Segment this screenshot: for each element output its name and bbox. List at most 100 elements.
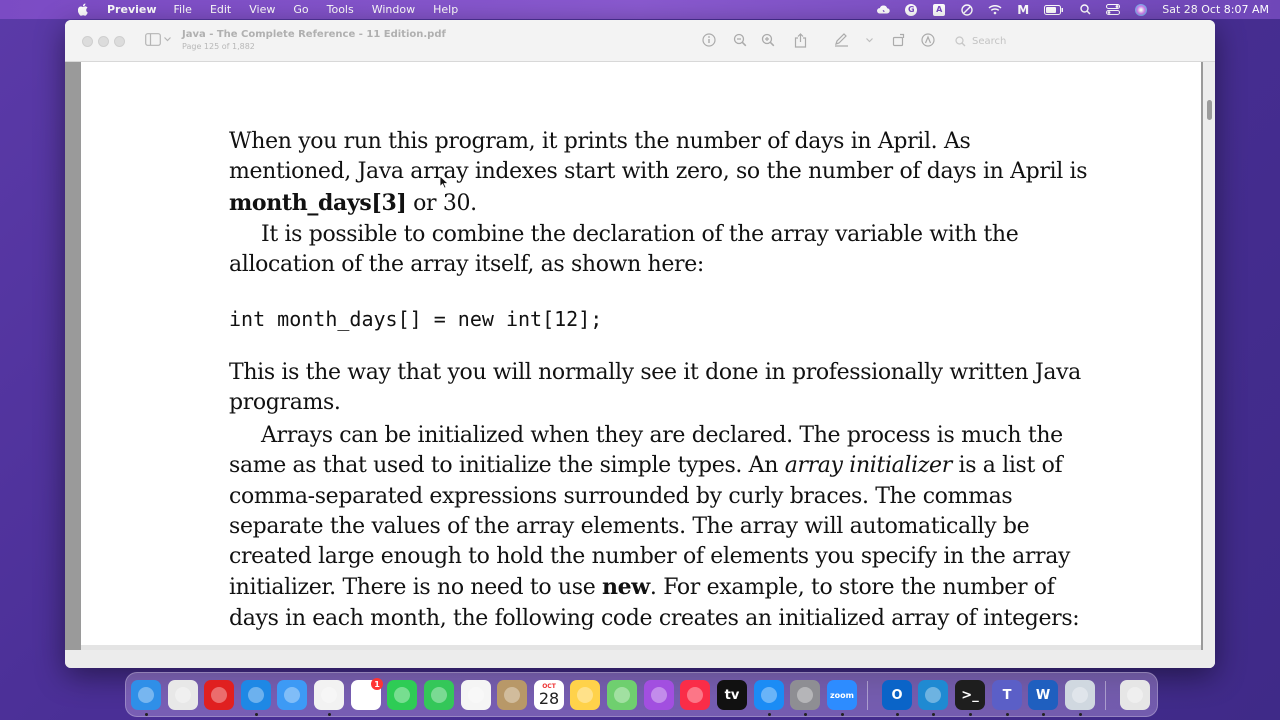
- dock-icon-label: T: [1002, 687, 1012, 703]
- text-line: programs.: [229, 390, 341, 416]
- zoom-in-icon[interactable]: [760, 32, 776, 48]
- dock-icon-glyph: [651, 687, 667, 703]
- menu-tools[interactable]: Tools: [327, 3, 354, 16]
- menu-edit[interactable]: Edit: [210, 3, 231, 16]
- window-bottom-strip: [65, 650, 1215, 668]
- zoom-out-icon[interactable]: [732, 32, 748, 48]
- maps-icon[interactable]: [607, 680, 637, 710]
- text-fragment: or 30.: [406, 190, 477, 216]
- music-icon[interactable]: [680, 680, 710, 710]
- dock-icon-glyph: [284, 687, 300, 703]
- text-line: separate the values of the array element…: [229, 513, 1030, 539]
- document-view: When you run this program, it prints the…: [65, 62, 1215, 668]
- menu-file[interactable]: File: [174, 3, 192, 16]
- code-sample: int month_days[] = new int[12];: [229, 307, 603, 331]
- zoom-icon[interactable]: zoom: [827, 680, 857, 710]
- preview-icon[interactable]: [1065, 680, 1095, 710]
- search-placeholder: Search: [972, 35, 1007, 47]
- notes-icon[interactable]: [570, 680, 600, 710]
- text-fragment: initializer. There is no need to use: [229, 575, 603, 601]
- search-icon[interactable]: [1078, 4, 1092, 16]
- share-icon[interactable]: [792, 32, 808, 48]
- lock-icon[interactable]: [960, 3, 974, 16]
- page-indicator: Page 125 of 1,882: [182, 42, 255, 51]
- text-line: month_days[3] or 30.: [229, 188, 1129, 219]
- menu-view[interactable]: View: [249, 3, 275, 16]
- trash-icon[interactable]: [1120, 680, 1150, 710]
- sidebar-toggle-button[interactable]: [145, 33, 171, 46]
- zoom-button[interactable]: [114, 36, 125, 47]
- paragraph-1: When you run this program, it prints the…: [229, 127, 1129, 219]
- running-indicator: [145, 713, 148, 716]
- tv-icon[interactable]: tv: [717, 680, 747, 710]
- rotate-icon[interactable]: [891, 32, 907, 48]
- app-store-icon[interactable]: [754, 680, 784, 710]
- outlook-icon[interactable]: O: [882, 680, 912, 710]
- photos-icon[interactable]: [461, 680, 491, 710]
- podcasts-icon[interactable]: [644, 680, 674, 710]
- dock-icon-glyph: [394, 687, 410, 703]
- mail-icon[interactable]: [277, 680, 307, 710]
- control-center-icon[interactable]: [1106, 4, 1121, 16]
- vscode-icon[interactable]: [918, 680, 948, 710]
- vertical-scrollbar[interactable]: [1203, 62, 1215, 668]
- text-icon[interactable]: A: [932, 3, 946, 16]
- scrollbar-thumb[interactable]: [1207, 100, 1212, 120]
- menu-go[interactable]: Go: [293, 3, 308, 16]
- dock-icon-glyph: [248, 687, 264, 703]
- dock-icon-label: W: [1035, 687, 1051, 703]
- opera-icon[interactable]: [204, 680, 234, 710]
- close-button[interactable]: [82, 36, 93, 47]
- search-icon: [955, 35, 966, 46]
- battery-icon[interactable]: [1044, 4, 1064, 16]
- dock-icon-label: zoom: [830, 690, 854, 700]
- menu-bar: Preview File Edit View Go Tools Window H…: [0, 0, 1280, 19]
- teams-icon[interactable]: T: [992, 680, 1022, 710]
- annotate-icon[interactable]: [920, 32, 936, 48]
- messages-icon[interactable]: [424, 680, 454, 710]
- safari-icon[interactable]: [241, 680, 271, 710]
- siri-icon[interactable]: [1134, 3, 1148, 16]
- launchpad-icon[interactable]: [168, 680, 198, 710]
- mouse-cursor-icon: [439, 175, 449, 189]
- chrome-icon[interactable]: [314, 680, 344, 710]
- cloud-icon[interactable]: [876, 4, 890, 16]
- chevron-down-icon[interactable]: [861, 32, 877, 48]
- facetime-icon[interactable]: [387, 680, 417, 710]
- document-title: Java - The Complete Reference - 11 Editi…: [182, 29, 446, 40]
- menu-clock[interactable]: Sat 28 Oct 8:07 AM: [1162, 3, 1269, 16]
- wifi-icon[interactable]: [988, 4, 1002, 16]
- reminders-icon[interactable]: 1: [351, 678, 383, 710]
- m-icon[interactable]: M: [1016, 3, 1030, 17]
- running-indicator: [896, 713, 899, 716]
- menu-app-name[interactable]: Preview: [107, 3, 157, 16]
- grammarly-icon[interactable]: G: [904, 3, 918, 16]
- text-line: initializer. There is no need to use new…: [229, 572, 1129, 603]
- search-field[interactable]: Search: [951, 30, 1201, 52]
- tinder-icon[interactable]: [497, 680, 527, 710]
- dock-icon-glyph: [761, 687, 777, 703]
- minimize-button[interactable]: [98, 36, 109, 47]
- running-indicator: [255, 713, 258, 716]
- running-indicator: [1006, 713, 1009, 716]
- system-settings-icon[interactable]: [790, 680, 820, 710]
- apple-menu-icon[interactable]: [78, 3, 92, 16]
- running-indicator: [841, 713, 844, 716]
- menu-help[interactable]: Help: [433, 3, 458, 16]
- text-line: comma-separated expressions surrounded b…: [229, 483, 1013, 509]
- calendar-icon[interactable]: OCT 28: [534, 680, 564, 710]
- running-indicator: [969, 713, 972, 716]
- text-line: days in each month, the following code c…: [229, 605, 1080, 631]
- dock-icon-glyph: [577, 687, 593, 703]
- text-line: Arrays can be initialized when they are …: [261, 423, 1063, 448]
- running-indicator: [1042, 713, 1045, 716]
- finder-icon[interactable]: [131, 680, 161, 710]
- dock-icon-glyph: [175, 687, 191, 703]
- markup-icon[interactable]: [833, 32, 849, 48]
- info-icon[interactable]: [701, 32, 717, 48]
- terminal-icon[interactable]: >_: [955, 680, 985, 710]
- preview-window: Java - The Complete Reference - 11 Editi…: [65, 20, 1215, 668]
- text-line: same as that used to initialize the simp…: [229, 451, 1129, 481]
- menu-window[interactable]: Window: [372, 3, 415, 16]
- word-icon[interactable]: W: [1028, 680, 1058, 710]
